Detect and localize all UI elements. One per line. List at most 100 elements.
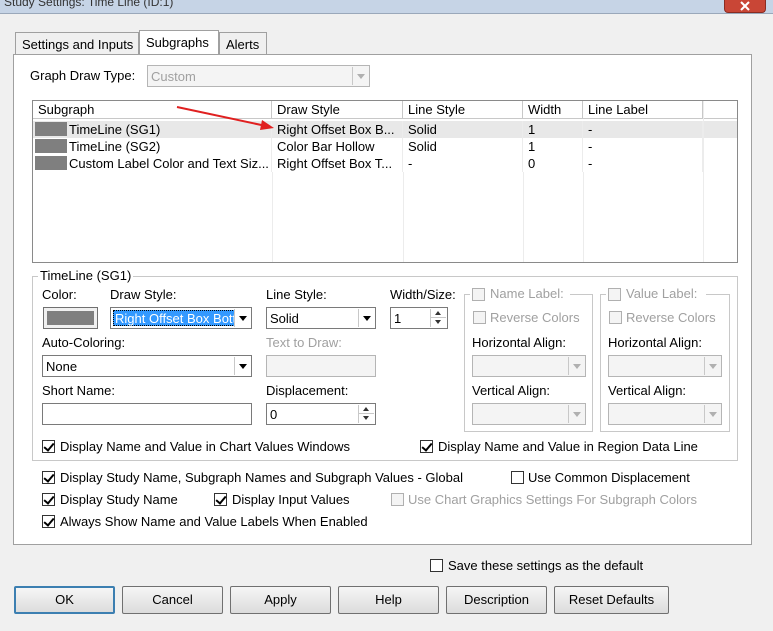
chevron-down-icon [704,405,720,423]
column-header-line-label[interactable]: Line Label [583,101,703,119]
cell-width: 0 [523,155,583,172]
help-button[interactable]: Help [338,586,439,614]
use-common-displacement-label: Use Common Displacement [528,470,690,485]
column-header-width[interactable]: Width [523,101,583,119]
column-header-line-style[interactable]: Line Style [403,101,523,119]
name-reverse-colors-checkbox[interactable] [473,311,486,324]
name-horizontal-align-dropdown [472,355,586,377]
annotation-arrow-icon [176,106,274,130]
line-style-dropdown[interactable]: Solid [266,307,376,329]
cell-draw-style: Color Bar Hollow [272,138,403,155]
name-reverse-colors-label: Reverse Colors [490,310,580,325]
displacement-value: 0 [270,407,278,422]
tab-label: Alerts [226,37,260,52]
spinner[interactable] [358,405,374,423]
spin-up-icon[interactable] [359,405,374,414]
column-divider [523,172,524,262]
color-button[interactable] [43,307,98,329]
tab-settings-and-inputs[interactable]: Settings and Inputs [15,32,139,54]
graph-draw-type-label: Graph Draw Type: [30,68,136,83]
cell-line-style: Solid [403,138,523,155]
spinner[interactable] [430,309,446,327]
chevron-down-icon [358,309,374,327]
display-chart-values-checkbox[interactable] [42,440,55,453]
table-row[interactable]: Custom Label Color and Text Siz... Right… [33,155,737,172]
spin-up-icon[interactable] [431,309,446,318]
cell-line-style: Solid [403,121,523,138]
display-study-name-checkbox[interactable] [42,493,55,506]
table-row[interactable]: TimeLine (SG2) Color Bar Hollow Solid 1 … [33,138,737,155]
column-header-draw-style[interactable]: Draw Style [272,101,403,119]
close-icon [740,1,750,11]
spin-down-icon[interactable] [431,318,446,327]
display-region-data-label: Display Name and Value in Region Data Li… [438,439,698,454]
display-chart-values-label: Display Name and Value in Chart Values W… [60,439,350,454]
display-region-data-checkbox[interactable] [420,440,433,453]
name-label-text: Name Label: [490,286,564,301]
table-row[interactable]: TimeLine (SG1) Right Offset Box B... Sol… [33,121,737,138]
tab-alerts[interactable]: Alerts [219,32,267,54]
text-to-draw-input [266,355,376,377]
short-name-label: Short Name: [42,383,115,398]
displacement-label: Displacement: [266,383,349,398]
cell-line-label: - [583,155,703,172]
auto-coloring-value: None [46,359,78,374]
close-button[interactable] [724,0,766,13]
value-label-text: Value Label: [626,286,698,301]
value-label-checkbox[interactable] [608,288,621,301]
color-swatch [35,156,67,170]
auto-coloring-dropdown[interactable]: None [42,355,252,377]
spin-down-icon[interactable] [359,414,374,423]
chevron-down-icon [568,357,584,375]
always-show-labels-checkbox[interactable] [42,515,55,528]
column-header-filler [703,101,737,119]
graph-draw-type-dropdown: Custom [147,65,370,87]
name-label-checkbox[interactable] [472,288,485,301]
chevron-down-icon [704,357,720,375]
description-button[interactable]: Description [446,586,547,614]
cell-line-label: - [583,121,703,138]
displacement-stepper[interactable]: 0 [266,403,376,425]
draw-style-dropdown[interactable]: Right Offset Box Bott [110,307,252,329]
ok-button[interactable]: OK [14,586,115,614]
line-style-label: Line Style: [266,287,327,302]
reset-defaults-button[interactable]: Reset Defaults [554,586,669,614]
cell-line-label: - [583,138,703,155]
cell-subgraph: Custom Label Color and Text Siz... [64,155,272,172]
tab-subgraphs[interactable]: Subgraphs [139,30,219,54]
value-vertical-align-dropdown [608,403,722,425]
value-reverse-colors-checkbox[interactable] [609,311,622,324]
save-default-label: Save these settings as the default [448,558,644,573]
cancel-button[interactable]: Cancel [122,586,223,614]
chevron-down-icon [568,405,584,423]
value-horizontal-align-dropdown [608,355,722,377]
subgraph-list[interactable]: Subgraph Draw Style Line Style Width Lin… [32,100,738,263]
width-size-stepper[interactable]: 1 [390,307,448,329]
chevron-down-icon [352,67,368,85]
cell-line-style: - [403,155,523,172]
save-default-checkbox[interactable] [430,559,443,572]
name-label-title: Name Label: [470,286,570,302]
use-common-displacement-checkbox[interactable] [511,471,524,484]
value-reverse-colors-label: Reverse Colors [626,310,716,325]
global-display-checkbox[interactable] [42,471,55,484]
apply-button[interactable]: Apply [230,586,331,614]
always-show-labels-label: Always Show Name and Value Labels When E… [60,514,368,529]
column-divider [583,172,584,262]
color-swatch [35,139,67,153]
use-chart-graphics-checkbox[interactable] [391,493,404,506]
cell-subgraph: TimeLine (SG2) [64,138,272,155]
global-display-label: Display Study Name, Subgraph Names and S… [60,470,463,485]
value-label-title: Value Label: [606,286,706,302]
column-divider [272,172,273,262]
value-vertical-align-label: Vertical Align: [608,383,687,398]
draw-style-value: Right Offset Box Bott [115,311,235,326]
chevron-down-icon [234,309,250,327]
display-input-values-checkbox[interactable] [214,493,227,506]
display-input-values-label: Display Input Values [232,492,350,507]
name-horizontal-align-label: Horizontal Align: [472,335,566,350]
text-to-draw-label: Text to Draw: [266,335,342,350]
short-name-input[interactable] [42,403,252,425]
tab-label: Settings and Inputs [22,37,134,52]
value-horizontal-align-label: Horizontal Align: [608,335,702,350]
